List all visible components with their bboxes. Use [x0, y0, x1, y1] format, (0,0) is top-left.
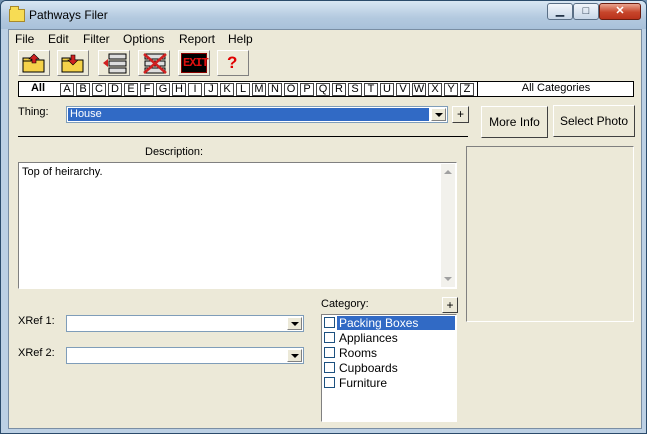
category-list: Packing Boxes Appliances Rooms Cupboards Fur… [321, 314, 457, 422]
tab-letter-u[interactable]: U [380, 83, 394, 96]
select-photo-button[interactable]: Select Photo [553, 105, 635, 137]
menu-report[interactable]: Report [179, 32, 215, 46]
save-button[interactable] [57, 50, 89, 76]
scroll-up-icon[interactable] [444, 170, 452, 174]
category-checkbox[interactable] [324, 332, 335, 343]
description-label: Description: [145, 146, 204, 158]
description-textarea[interactable]: Top of heirarchy. [18, 162, 457, 289]
list-icon [103, 53, 127, 74]
thing-label: Thing: [18, 106, 49, 118]
xref1-combobox[interactable] [66, 315, 304, 332]
help-icon: ? [227, 53, 238, 72]
photo-panel [466, 146, 634, 322]
category-item-label: Furniture [339, 376, 388, 390]
app-window: Pathways Filer ▁ □ ✕ File Edit Filter Op… [0, 0, 647, 434]
category-item[interactable]: Packing Boxes [323, 316, 455, 330]
chevron-down-icon[interactable] [287, 317, 302, 330]
category-item[interactable]: Furniture [323, 376, 455, 390]
category-item-label: Appliances [339, 331, 398, 345]
chevron-down-icon[interactable] [431, 108, 446, 121]
tab-letter-j[interactable]: J [204, 83, 218, 96]
menu-file[interactable]: File [15, 32, 34, 46]
tab-letter-a[interactable]: A [60, 83, 74, 96]
tab-letter-r[interactable]: R [332, 83, 346, 96]
tab-letter-o[interactable]: O [284, 83, 298, 96]
tab-all-categories[interactable]: All Categories [477, 81, 634, 97]
tab-letter-v[interactable]: V [396, 83, 410, 96]
tab-letter-m[interactable]: M [252, 83, 266, 96]
close-button[interactable]: ✕ [599, 3, 641, 20]
thing-selected-value: House [67, 107, 430, 122]
exit-button[interactable]: EXIT [178, 50, 210, 76]
category-checkbox[interactable] [324, 317, 335, 328]
maximize-button[interactable]: □ [573, 3, 599, 20]
delete-button[interactable] [138, 50, 170, 76]
help-button[interactable]: ? [217, 50, 249, 76]
tab-letter-p[interactable]: P [300, 83, 314, 96]
tab-letter-b[interactable]: B [76, 83, 90, 96]
category-checkbox[interactable] [324, 347, 335, 358]
tab-letter-n[interactable]: N [268, 83, 282, 96]
divider [18, 136, 468, 137]
category-item[interactable]: Rooms [323, 346, 455, 360]
menu-help[interactable]: Help [228, 32, 253, 46]
chevron-down-icon[interactable] [287, 349, 302, 362]
delete-list-icon [143, 53, 167, 74]
tab-letter-e[interactable]: E [124, 83, 138, 96]
tab-letter-s[interactable]: S [348, 83, 362, 96]
description-scrollbar[interactable] [441, 164, 455, 287]
menu-bar: File Edit Filter Options Report Help [9, 30, 641, 48]
tab-letter-g[interactable]: G [156, 83, 170, 96]
alphabet-tab-strip: All All Categories ABCDEFGHIJKLMNOPQRSTU… [18, 81, 634, 97]
category-label: Category: [321, 298, 369, 310]
scroll-down-icon[interactable] [444, 277, 452, 281]
category-item-label: Rooms [339, 346, 378, 360]
open-folder-icon [22, 53, 45, 73]
category-item[interactable]: Appliances [323, 331, 455, 345]
tab-letter-d[interactable]: D [108, 83, 122, 96]
add-category-button[interactable]: + [442, 297, 458, 313]
tab-letter-h[interactable]: H [172, 83, 186, 96]
tab-letter-z[interactable]: Z [460, 83, 474, 96]
add-thing-button[interactable]: + [452, 106, 469, 123]
toolbar: EXIT ? [9, 49, 641, 77]
tab-letter-t[interactable]: T [364, 83, 378, 96]
tab-letter-q[interactable]: Q [316, 83, 330, 96]
minimize-button[interactable]: ▁ [547, 3, 573, 20]
tab-letter-l[interactable]: L [236, 83, 250, 96]
category-checkbox[interactable] [324, 377, 335, 388]
category-item[interactable]: Cupboards [323, 361, 455, 375]
window-title: Pathways Filer [29, 8, 108, 22]
menu-edit[interactable]: Edit [48, 32, 69, 46]
menu-filter[interactable]: Filter [83, 32, 110, 46]
tab-letter-y[interactable]: Y [444, 83, 458, 96]
title-bar[interactable]: Pathways Filer ▁ □ ✕ [1, 1, 646, 29]
client-area: File Edit Filter Options Report Help EXI… [8, 29, 642, 429]
category-item-label: Cupboards [339, 361, 398, 375]
folder-app-icon [9, 6, 25, 22]
tab-letter-k[interactable]: K [220, 83, 234, 96]
tab-letter-f[interactable]: F [140, 83, 154, 96]
xref1-label: XRef 1: [18, 315, 55, 327]
tab-letter-w[interactable]: W [412, 83, 426, 96]
tab-letter-i[interactable]: I [188, 83, 202, 96]
xref2-label: XRef 2: [18, 347, 55, 359]
tab-letter-c[interactable]: C [92, 83, 106, 96]
menu-options[interactable]: Options [123, 32, 164, 46]
tab-letter-x[interactable]: X [428, 83, 442, 96]
xref2-combobox[interactable] [66, 347, 304, 364]
more-info-button[interactable]: More Info [481, 106, 548, 138]
tab-all[interactable]: All [19, 81, 57, 97]
save-folder-icon [61, 54, 84, 73]
category-item-label: Packing Boxes [337, 316, 455, 330]
thing-combobox[interactable]: House [66, 106, 448, 123]
description-text: Top of heirarchy. [22, 166, 103, 178]
open-button[interactable] [18, 50, 50, 76]
list-button[interactable] [98, 50, 130, 76]
category-checkbox[interactable] [324, 362, 335, 373]
exit-label: EXIT [183, 56, 209, 70]
